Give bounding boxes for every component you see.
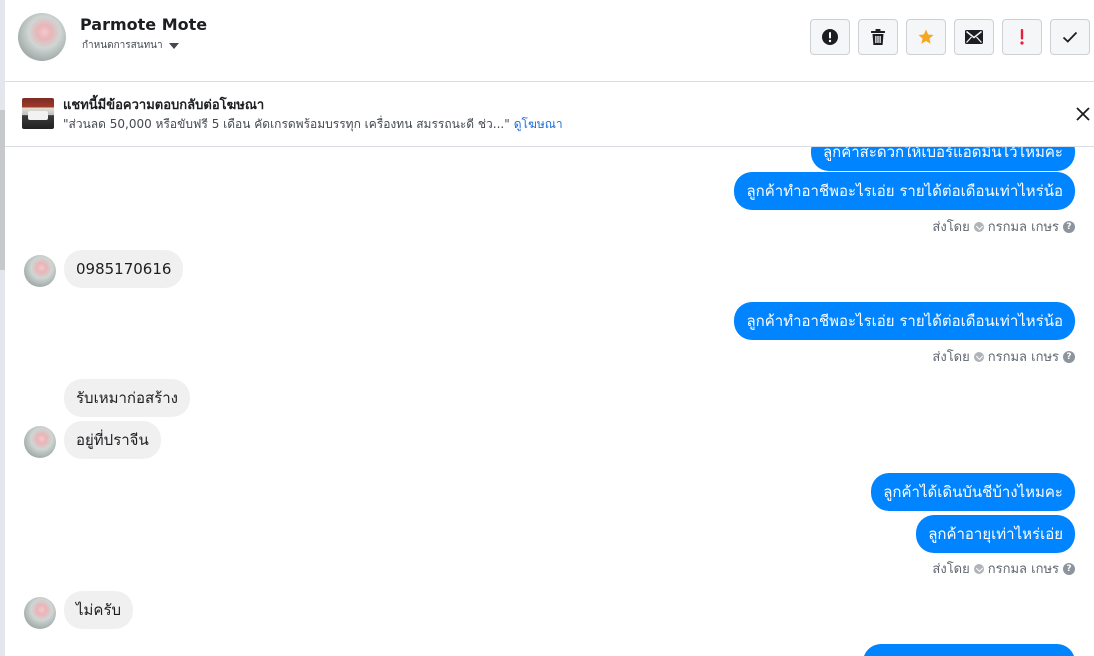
sent-by-label: ส่งโดย — [932, 350, 970, 365]
sender-name: กรกมล เกษร — [987, 562, 1059, 577]
caret-down-icon — [168, 43, 179, 49]
view-ad-link[interactable]: ดูโฆษณา — [514, 117, 563, 131]
sender-name: กรกมล เกษร — [987, 350, 1059, 365]
star-icon — [918, 29, 934, 44]
outgoing-message[interactable]: ลูกค้าอายุเท่าไหร่เอ่ย — [916, 515, 1075, 553]
outgoing-message[interactable]: ลูกค้าทำอาชีพอะไรเอ่ย รายได้ต่อเดือนเท่า… — [734, 172, 1075, 210]
incoming-message[interactable]: รับเหมาก่อสร้าง — [64, 379, 190, 417]
mark-done-button[interactable] — [1050, 19, 1090, 55]
assign-conversation-label: กำหนดการสนทนา — [82, 40, 163, 51]
ad-reply-text: "ส่วนลด 50,000 หรือขับฟรี 5 เดือน คัดเกร… — [63, 115, 563, 134]
alert-circle-icon — [822, 29, 838, 45]
verified-icon — [973, 221, 984, 232]
exclamation-icon — [1020, 29, 1024, 45]
envelope-icon — [965, 30, 983, 44]
outgoing-message-partial[interactable] — [863, 644, 1075, 656]
help-icon[interactable]: ? — [1063, 220, 1075, 233]
contact-avatar[interactable] — [18, 13, 66, 61]
conversation-header: Parmote Mote กำหนดการสนทนา — [5, 0, 1094, 82]
ad-quote: "ส่วนลด 50,000 หรือขับฟรี 5 เดือน คัดเกร… — [63, 117, 510, 131]
incoming-message[interactable]: 0985170616 — [64, 250, 184, 288]
close-icon[interactable] — [1074, 105, 1092, 123]
verified-icon — [973, 563, 984, 574]
sent-by-row: ส่งโดย กรกมล เกษร ? — [932, 558, 1075, 579]
outgoing-message[interactable]: ลูกค้าทำอาชีพอะไรเอ่ย รายได้ต่อเดือนเท่า… — [734, 302, 1075, 340]
verified-icon — [973, 351, 984, 362]
outgoing-message[interactable]: ลูกค้าสะดวกให้เบอร์แอดมินไว้ไหมคะ — [810, 147, 1075, 171]
assign-conversation-dropdown[interactable]: กำหนดการสนทนา — [82, 38, 179, 53]
spam-button[interactable] — [810, 19, 850, 55]
sent-by-label: ส่งโดย — [932, 220, 970, 235]
mark-unread-button[interactable] — [954, 19, 994, 55]
ad-reply-title: แชทนี้มีข้อความตอบกลับต่อโฆษณา — [63, 98, 265, 113]
avatar[interactable] — [24, 597, 56, 629]
sent-by-row: ส่งโดย กรกมล เกษร ? — [932, 216, 1075, 237]
ad-reply-banner: แชทนี้มีข้อความตอบกลับต่อโฆษณา "ส่วนลด 5… — [5, 83, 1094, 147]
contact-name[interactable]: Parmote Mote — [80, 15, 207, 34]
outgoing-message[interactable]: ลูกค้าได้เดินบันชีบ้างไหมคะ — [871, 473, 1075, 511]
trash-icon — [871, 29, 885, 45]
help-icon[interactable]: ? — [1063, 562, 1075, 575]
check-icon — [1062, 31, 1078, 43]
conversation-toolbar — [810, 19, 1090, 55]
delete-button[interactable] — [858, 19, 898, 55]
star-button[interactable] — [906, 19, 946, 55]
avatar[interactable] — [24, 426, 56, 458]
sent-by-row: ส่งโดย กรกมล เกษร ? — [932, 346, 1075, 367]
follow-up-button[interactable] — [1002, 19, 1042, 55]
incoming-message[interactable]: อยู่ที่ปราจีน — [64, 421, 161, 459]
sent-by-label: ส่งโดย — [932, 562, 970, 577]
sender-name: กรกมล เกษร — [987, 220, 1059, 235]
avatar[interactable] — [24, 255, 56, 287]
ad-thumbnail[interactable] — [22, 98, 54, 129]
incoming-message[interactable]: ไม่ครับ — [64, 591, 134, 629]
help-icon[interactable]: ? — [1063, 350, 1075, 363]
message-thread[interactable]: ลูกค้าสะดวกให้เบอร์แอดมินไว้ไหมคะ ลูกค้า… — [5, 147, 1094, 656]
